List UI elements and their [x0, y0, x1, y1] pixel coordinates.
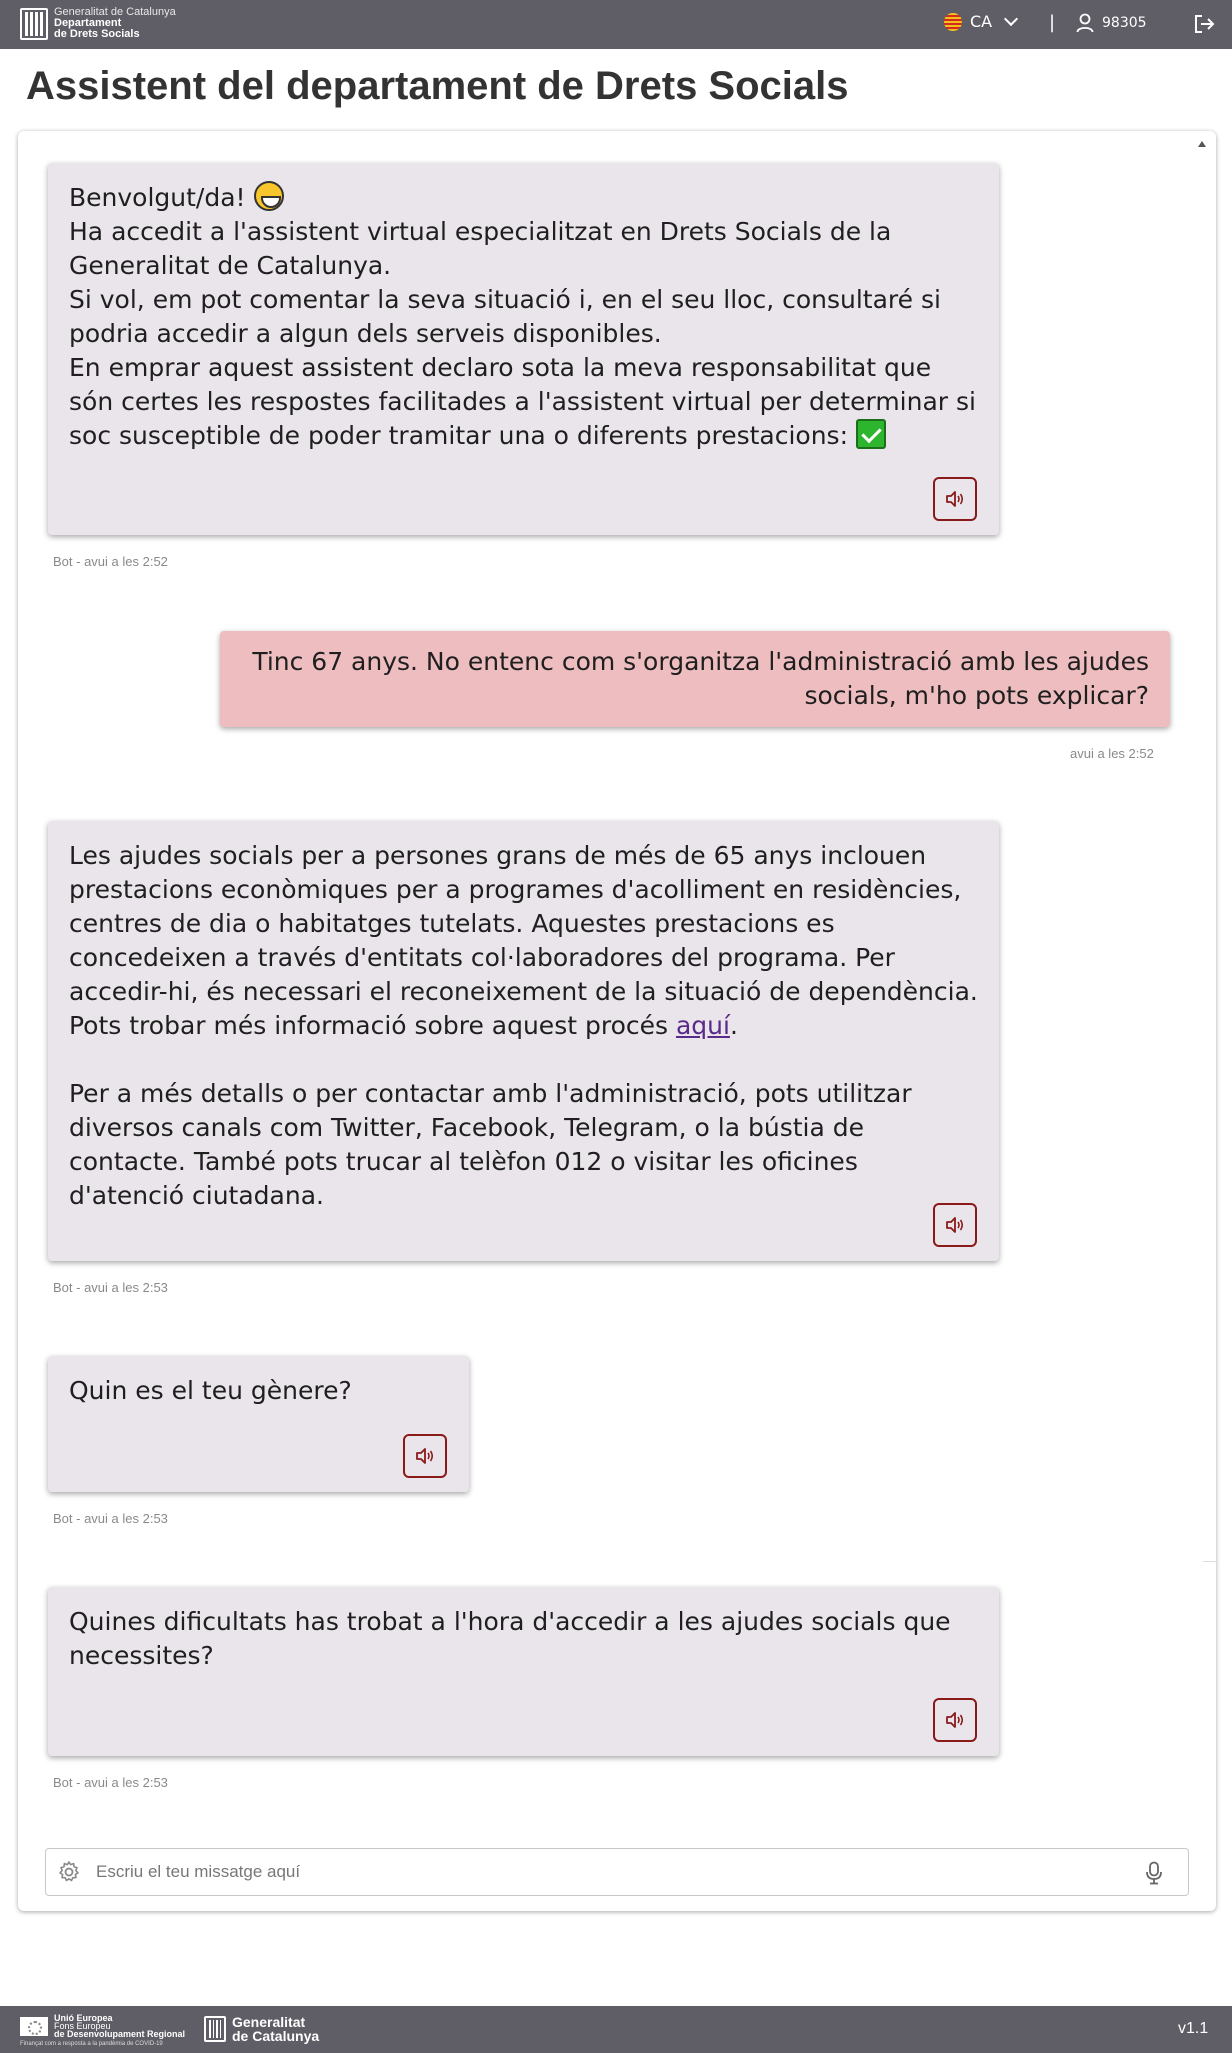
logout-button[interactable]: [1193, 13, 1215, 39]
settings-button[interactable]: [57, 1860, 81, 1888]
message-line: Benvolgut/da!: [69, 181, 978, 215]
read-aloud-button[interactable]: [933, 1203, 977, 1247]
message-timestamp: Bot - avui a les 2:53: [53, 1280, 168, 1295]
gencat-line-2: de Catalunya: [232, 2028, 320, 2044]
language-selector[interactable]: CA: [944, 11, 1019, 31]
user-account[interactable]: 98305: [1076, 13, 1147, 33]
read-aloud-button[interactable]: [933, 1698, 977, 1742]
answer-text: Les ajudes socials per a persones grans …: [69, 841, 978, 1040]
read-aloud-button[interactable]: [403, 1434, 447, 1478]
message-timestamp: Bot - avui a les 2:52: [53, 554, 168, 569]
gencat-footer-text: Generalitat de Catalunya: [232, 2015, 319, 2043]
bot-message: Les ajudes socials per a persones grans …: [48, 821, 999, 1261]
language-code: CA: [970, 12, 993, 31]
message-timestamp: Bot - avui a les 2:53: [53, 1775, 168, 1790]
read-aloud-button[interactable]: [933, 477, 977, 521]
info-link[interactable]: aquí: [676, 1011, 730, 1040]
bot-message: Benvolgut/da! Ha accedit a l'assistent v…: [48, 163, 999, 535]
page-title: Assistent del departament de Drets Socia…: [26, 64, 849, 108]
app-version: v1.1: [1178, 2020, 1209, 2037]
speaker-icon: [416, 1448, 434, 1464]
message-timestamp: avui a les 2:52: [1070, 746, 1154, 761]
microphone-button[interactable]: [1145, 1861, 1163, 1889]
speaker-icon: [946, 1217, 964, 1233]
eu-logo-text: Unió Europea Fons Europeu de Desenvolupa…: [54, 2014, 186, 2039]
message-paragraph: Per a més detalls o per contactar amb l'…: [69, 1079, 912, 1210]
microphone-icon: [1146, 1861, 1162, 1885]
grinning-face-emoji: [253, 181, 284, 211]
logo-line-3: de Drets Socials: [54, 28, 140, 40]
message-composer: [45, 1848, 1189, 1896]
message-paragraph: Les ajudes socials per a persones grans …: [69, 839, 978, 1043]
message-input[interactable]: [96, 1857, 1096, 1887]
gear-icon: [59, 1861, 79, 1882]
user-message-text: Tinc 67 anys. No entenc com s'organitza …: [252, 647, 1149, 710]
declaration-text: En emprar aquest assistent declaro sota …: [69, 353, 976, 450]
message-line: En emprar aquest assistent declaro sota …: [69, 351, 978, 453]
scroll-up-arrow[interactable]: [1198, 141, 1206, 147]
eu-logo: Unió Europea Fons Europeu de Desenvolupa…: [20, 2014, 186, 2039]
message-line: Ha accedit a l'assistent virtual especia…: [69, 217, 892, 280]
speaker-icon: [946, 1712, 964, 1728]
scrollbar-track-mark: [1203, 1561, 1217, 1562]
message-timestamp: Bot - avui a les 2:53: [53, 1511, 168, 1526]
gencat-line-1: Generalitat: [232, 2014, 306, 2030]
catalonia-flag-icon: [944, 12, 962, 31]
top-bar: Generalitat de Catalunya Departament de …: [0, 0, 1232, 49]
logout-icon: [1195, 15, 1215, 33]
user-id: 98305: [1102, 15, 1147, 31]
eu-flag-icon: [20, 2016, 48, 2036]
message-line: Si vol, em pot comentar la seva situació…: [69, 285, 941, 348]
question-text: Quines dificultats has trobat a l'hora d…: [69, 1607, 951, 1670]
header-separator: |: [1049, 12, 1056, 33]
bot-message: Quines dificultats has trobat a l'hora d…: [48, 1587, 999, 1756]
user-message: Tinc 67 anys. No entenc com s'organitza …: [220, 631, 1170, 727]
gencat-logo-mark: [204, 2016, 226, 2042]
chevron-down-icon: [1004, 11, 1019, 26]
punctuation: .: [729, 1011, 738, 1040]
bot-message: Quin es el teu gènere?: [48, 1356, 469, 1492]
logo-text: Generalitat de Catalunya Departament de …: [54, 7, 176, 40]
check-mark-emoji: [855, 419, 886, 449]
speaker-icon: [946, 491, 964, 507]
gencat-logo-mark: [20, 7, 48, 40]
eu-line-3: de Desenvolupament Regional: [54, 2029, 186, 2039]
greeting-text: Benvolgut/da!: [69, 183, 246, 212]
gencat-logo[interactable]: Generalitat de Catalunya Departament de …: [20, 7, 176, 40]
user-icon: [1076, 13, 1094, 33]
eu-subline: Finançat com a resposta a la pandèmia de…: [20, 2041, 163, 2047]
footer: Unió Europea Fons Europeu de Desenvolupa…: [0, 2006, 1232, 2053]
gencat-footer-logo: Generalitat de Catalunya: [204, 2015, 319, 2043]
question-text: Quin es el teu gènere?: [69, 1376, 352, 1405]
